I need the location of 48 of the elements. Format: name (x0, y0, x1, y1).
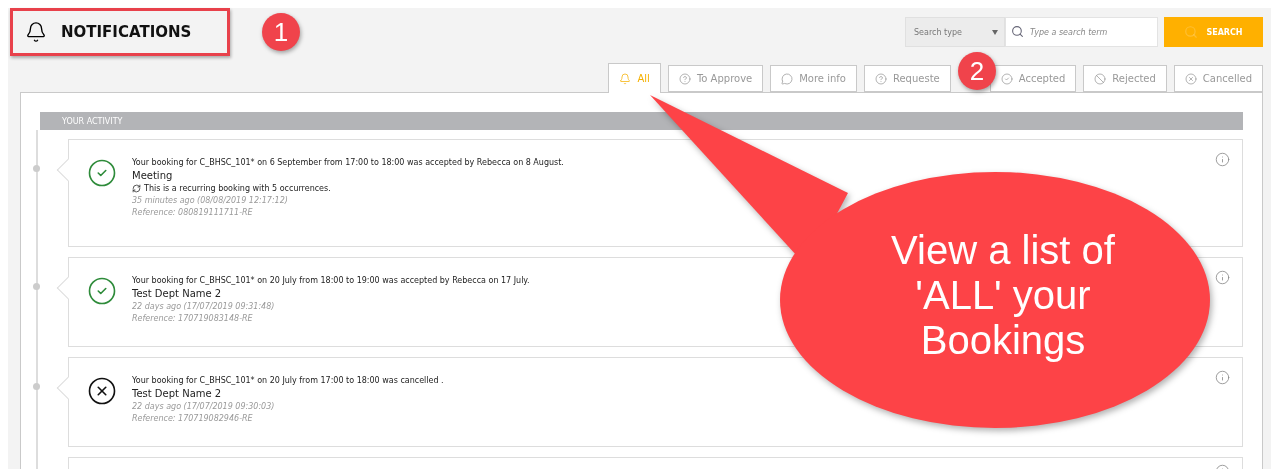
check-circle-icon (1000, 72, 1013, 85)
notification-reference: Reference: 170719083148-RE (132, 314, 254, 323)
section-heading: YOUR ACTIVITY (40, 112, 1243, 130)
step-badge: 2 (958, 52, 996, 90)
page-title-text: NOTIFICATIONS (61, 23, 192, 41)
help-icon (678, 72, 691, 85)
search-field[interactable]: Type a search term (1005, 17, 1158, 47)
recurring-icon (132, 184, 141, 193)
info-icon[interactable] (1215, 270, 1230, 285)
info-icon[interactable] (1215, 370, 1230, 385)
bell-icon (619, 72, 632, 85)
notification-message: Your booking for C_BHSC_101* on 20 July from 18:00 to 19:00 was accepted by Rebecca on 17 July. (132, 276, 531, 285)
notification-message: Your booking for C_BHSC_101* on 20 July from 17:00 to 18:00 was cancelled . (132, 376, 445, 385)
check-circle-icon (87, 158, 117, 188)
cross-circle-icon (87, 376, 117, 406)
notification-time: 22 days ago (17/07/2019 09:31:48) (132, 302, 276, 311)
filter-tab[interactable]: Cancelled (1173, 65, 1263, 92)
filter-tab[interactable]: Rejected (1083, 65, 1167, 92)
timeline-dot (33, 165, 40, 172)
bell-icon (25, 21, 47, 43)
notification-time: 22 days ago (17/07/2019 09:30:03) (132, 402, 276, 411)
filter-tab[interactable]: More info (770, 65, 857, 92)
check-circle-icon (87, 276, 117, 306)
recurring-note: This is a recurring booking with 5 occurrences. (132, 184, 1200, 193)
caret-icon (992, 29, 998, 35)
notification-reference: Reference: 170719082946-RE (132, 414, 254, 423)
info-icon[interactable] (1215, 152, 1230, 167)
search-button[interactable]: SEARCH (1164, 17, 1263, 47)
callout-text: View a list of 'ALL' your Bookings (890, 228, 1116, 363)
step-badge: 1 (262, 13, 300, 51)
notification-time: 35 minutes ago (08/08/2019 12:17:12) (132, 196, 289, 205)
search-type-dropdown[interactable]: Search type (905, 17, 1005, 47)
search-icon (1184, 25, 1199, 39)
notification-title: Test Dept Name 2 (132, 388, 223, 399)
filter-tab[interactable]: To Approve (667, 65, 764, 92)
notification-title: Meeting (132, 170, 174, 181)
help-icon (874, 72, 887, 85)
timeline-dot (33, 283, 40, 290)
filter-tab[interactable]: All (608, 63, 661, 93)
notification-message: Your booking for C_BHSC_101* on 6 September from 17:00 to 18:00 was accepted by Rebecca on 8 August. (132, 158, 565, 167)
timeline-dot (33, 383, 40, 390)
notification-title: Test Dept Name 2 (132, 288, 223, 299)
speech-bubble-icon (781, 72, 794, 85)
filter-tab[interactable]: Accepted (989, 65, 1077, 92)
ban-icon (1094, 72, 1107, 85)
cross-circle-icon (1184, 72, 1197, 85)
filter-tab[interactable]: Requeste (863, 65, 951, 92)
notification-reference: Reference: 080819111711-RE (132, 208, 254, 217)
